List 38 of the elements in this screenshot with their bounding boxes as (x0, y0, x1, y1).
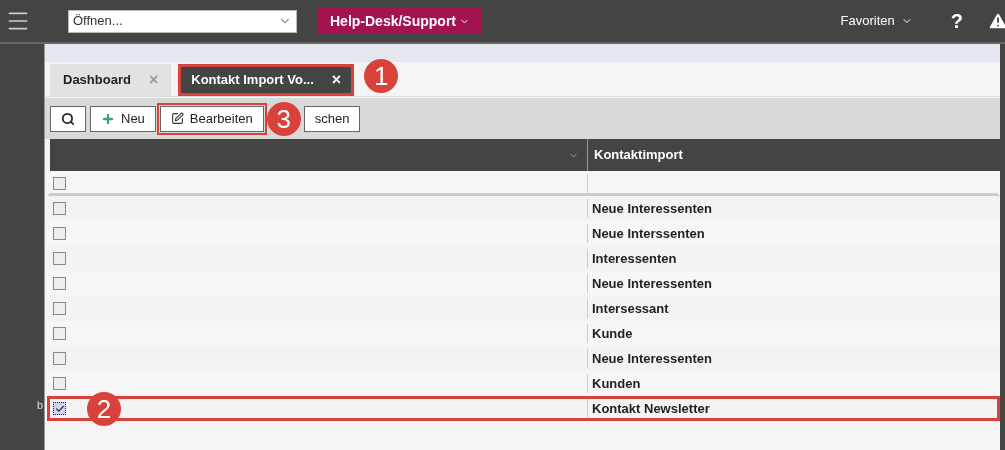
row-checkbox[interactable] (53, 402, 66, 415)
search-icon (61, 111, 75, 126)
tab[interactable]: Dashboard × (50, 64, 172, 96)
row-checkbox[interactable] (53, 252, 66, 265)
table-cell-text: Neue Interssenten (592, 224, 705, 243)
row-checkbox[interactable] (53, 277, 66, 290)
row-checkbox[interactable] (53, 352, 66, 365)
open-select[interactable]: Öffnen... (68, 9, 297, 33)
toolbar-button[interactable]: Bearbeiten (159, 105, 264, 132)
table-cell-text: Neue Interessenten (592, 199, 712, 218)
plus-icon (101, 111, 115, 126)
row-checkbox[interactable] (53, 302, 66, 315)
favorites-menu[interactable]: Favoriten (840, 11, 913, 31)
row-checkbox[interactable] (53, 177, 66, 190)
edit-icon (170, 112, 184, 125)
table-cell-text: Interessenten (592, 249, 677, 268)
table-cell-text: Neue Interessenten (592, 349, 712, 368)
table-cell-text: Intersessant (592, 299, 669, 318)
module-button[interactable]: Help-Desk/Support (318, 8, 482, 34)
check-icon (54, 403, 65, 414)
table-cell-text: Kontakt Newsletter (592, 399, 710, 418)
search-button[interactable] (50, 105, 86, 132)
callout-number: 1 (364, 59, 399, 93)
row-checkbox[interactable] (53, 327, 66, 340)
toolbar-button[interactable]: schen (303, 105, 361, 132)
toolbar-button[interactable]: Neu (90, 105, 156, 132)
row-checkbox[interactable] (53, 227, 66, 240)
table-cell-text: Kunden (592, 374, 641, 393)
row-marker: b (36, 397, 43, 413)
help-button[interactable]: ? (950, 6, 963, 36)
table-cell-text: Neue Interessenten (592, 274, 712, 293)
row-checkbox[interactable] (53, 377, 66, 390)
close-icon[interactable]: × (331, 68, 342, 92)
tab[interactable]: Kontakt Import Vo... × (178, 64, 355, 96)
warning-icon[interactable] (987, 10, 1005, 32)
callout-number: 3 (266, 101, 301, 136)
row-checkbox[interactable] (53, 202, 66, 215)
table-cell-text: Kunde (592, 324, 633, 343)
